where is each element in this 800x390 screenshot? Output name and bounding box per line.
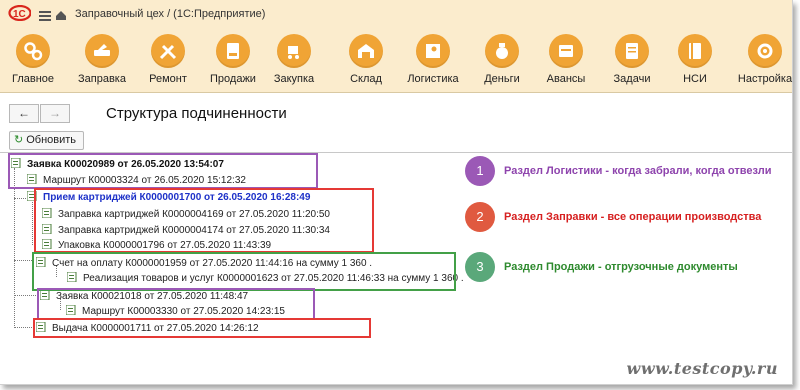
toolbar-section-label: Задачи bbox=[613, 73, 651, 85]
document-icon bbox=[41, 223, 53, 235]
menu-icon[interactable] bbox=[39, 8, 51, 21]
sections-toolbar: Главное Заправка Ремонт Продажи Закупка Склад… bbox=[0, 28, 792, 93]
document-icon bbox=[41, 238, 53, 250]
cartridge-icon bbox=[85, 34, 119, 68]
toolbar-section-label: Склад bbox=[350, 73, 382, 85]
tree-row[interactable]: Заявка К00020989 от 26.05.2020 13:54:07 bbox=[10, 157, 224, 171]
warehouse-icon bbox=[349, 34, 383, 68]
legend-badge-3: 3 bbox=[465, 252, 495, 282]
tree-row[interactable]: Прием картриджей К0000001700 от 26.05.20… bbox=[26, 190, 310, 204]
cart-icon bbox=[277, 34, 311, 68]
toolbar-section-label: Логистика bbox=[407, 73, 459, 85]
title-bar: 1С Заправочный цех / (1С:Предприятие) bbox=[0, 0, 792, 29]
legend-text-2: Раздел Заправки - все операции производс… bbox=[504, 211, 762, 223]
legend-text-1: Раздел Логистики - когда забрали, когда … bbox=[504, 165, 772, 177]
toolbar-section-label: Ремонт bbox=[149, 73, 187, 85]
toolbar-section-8[interactable]: Авансы bbox=[536, 31, 596, 91]
document-icon bbox=[35, 256, 47, 268]
toolbar-section-label: Продажи bbox=[210, 73, 256, 85]
advance-icon bbox=[549, 34, 583, 68]
toolbar-section-4[interactable]: Закупка bbox=[264, 31, 324, 91]
tasks-icon bbox=[615, 34, 649, 68]
tree-connector bbox=[14, 168, 15, 328]
toolbar-section-label: Заправка bbox=[78, 73, 126, 85]
document-icon bbox=[26, 190, 38, 202]
tree-connector bbox=[14, 327, 34, 328]
home-icon[interactable] bbox=[55, 8, 67, 20]
tree-connector bbox=[14, 260, 34, 261]
toolbar-section-label: Деньги bbox=[484, 73, 520, 85]
document-icon bbox=[41, 207, 53, 219]
back-button[interactable]: ← bbox=[9, 104, 39, 123]
toolbar-section-label: Авансы bbox=[546, 73, 586, 85]
toolbar-section-9[interactable]: Задачи bbox=[602, 31, 662, 91]
refresh-button[interactable]: ↻ Обновить bbox=[9, 131, 85, 150]
book-icon bbox=[678, 34, 712, 68]
tree-row[interactable]: Маршрут К00003330 от 27.05.2020 14:23:15 bbox=[65, 304, 285, 318]
tree-row[interactable]: Упаковка К0000001796 от 27.05.2020 11:43… bbox=[41, 238, 271, 252]
tree-row[interactable]: Реализация товаров и услуг К0000001623 о… bbox=[66, 271, 464, 285]
document-icon bbox=[10, 157, 22, 169]
tree-row[interactable]: Маршрут К00003324 от 26.05.2020 15:12:32 bbox=[26, 173, 246, 187]
document-icon bbox=[66, 271, 78, 283]
watermark: www.testcopy.ru bbox=[626, 359, 778, 378]
document-icon bbox=[35, 321, 47, 333]
legend-badge-2: 2 bbox=[465, 202, 495, 232]
tree-row[interactable]: Счет на оплату К0000001959 от 27.05.2020… bbox=[35, 256, 372, 270]
map-icon bbox=[416, 34, 450, 68]
toolbar-section-11[interactable]: Настройка bbox=[735, 31, 795, 91]
toolbar-section-10[interactable]: НСИ bbox=[665, 31, 725, 91]
toolbar-section-label: Настройка bbox=[737, 73, 793, 85]
refresh-label: Обновить bbox=[26, 134, 77, 146]
legend-badge-1: 1 bbox=[465, 156, 495, 186]
sale-icon bbox=[216, 34, 250, 68]
legend-text-3: Раздел Продажи - отгрузочные документы bbox=[504, 261, 738, 273]
page-title: Структура подчиненности bbox=[106, 105, 287, 122]
gears-icon bbox=[16, 34, 50, 68]
document-icon bbox=[26, 173, 38, 185]
tree-connector bbox=[32, 200, 33, 245]
toolbar-section-2[interactable]: Ремонт bbox=[138, 31, 198, 91]
toolbar-section-label: НСИ bbox=[683, 73, 707, 85]
tree-row[interactable]: Заправка картриджей К0000004169 от 27.05… bbox=[41, 207, 330, 221]
logo-text: 1С bbox=[13, 9, 26, 20]
toolbar-section-1[interactable]: Заправка bbox=[72, 31, 132, 91]
forward-button[interactable]: → bbox=[40, 104, 70, 123]
document-icon bbox=[65, 304, 77, 316]
toolbar-section-5[interactable]: Склад bbox=[336, 31, 396, 91]
separator bbox=[0, 152, 792, 153]
toolbar-section-7[interactable]: Деньги bbox=[472, 31, 532, 91]
settings-icon bbox=[748, 34, 782, 68]
tree-row[interactable]: Заправка картриджей К0000004174 от 27.05… bbox=[41, 223, 330, 237]
1c-logo: 1С bbox=[8, 5, 31, 21]
refresh-icon: ↻ bbox=[14, 134, 24, 146]
toolbar-section-label: Закупка bbox=[273, 73, 315, 85]
tree-connector bbox=[14, 198, 28, 199]
tools-icon bbox=[151, 34, 185, 68]
tree-row[interactable]: Выдача К0000001711 от 27.05.2020 14:26:1… bbox=[35, 321, 259, 335]
tree-connector bbox=[14, 295, 38, 296]
app-window: 1С Заправочный цех / (1С:Предприятие) Гл… bbox=[0, 0, 793, 385]
window-title: Заправочный цех / (1С:Предприятие) bbox=[75, 8, 266, 20]
toolbar-section-0[interactable]: Главное bbox=[3, 31, 63, 91]
money-bag-icon bbox=[485, 34, 519, 68]
tree-row[interactable]: Заявка К00021018 от 27.05.2020 11:48:47 bbox=[39, 289, 248, 303]
toolbar-section-6[interactable]: Логистика bbox=[403, 31, 463, 91]
toolbar-section-label: Главное bbox=[11, 73, 55, 85]
document-icon bbox=[39, 289, 51, 301]
toolbar-section-3[interactable]: Продажи bbox=[203, 31, 263, 91]
